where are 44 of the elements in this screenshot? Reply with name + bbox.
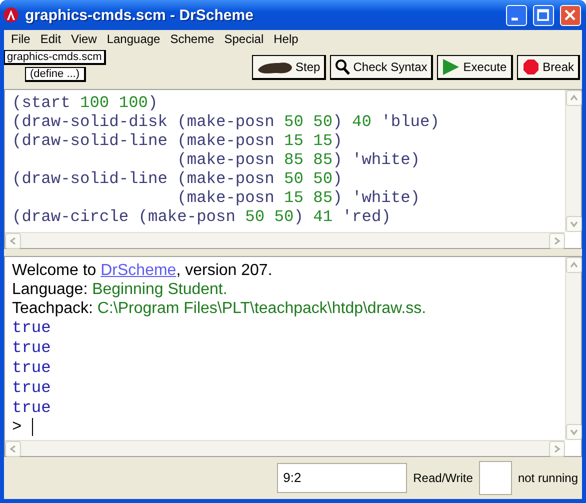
code-line: (draw-circle (make-posn 50 50) 41 'red)	[12, 208, 392, 228]
code-line: (make-posn 85 85) 'white)	[176, 151, 422, 170]
output-line: Language: Beginning Student.	[12, 280, 228, 300]
minimize-button[interactable]	[506, 4, 527, 26]
menu-item[interactable]: Special	[219, 32, 269, 46]
menu-item[interactable]: View	[66, 32, 102, 46]
output-line: true	[12, 318, 52, 338]
prompt-symbol: >	[12, 418, 22, 436]
output-line: Teachpack: C:\Program Files\PLT\teachpack\htdp\draw.ss.	[12, 299, 428, 318]
toolbar-button[interactable]: Execute	[437, 54, 513, 80]
text-cursor	[32, 418, 33, 436]
toolbar-button[interactable]: Step	[252, 54, 326, 80]
menu-item[interactable]: Scheme	[165, 32, 220, 46]
play-icon	[442, 58, 460, 76]
stop-icon	[522, 58, 540, 76]
code-line: (draw-solid-disk (make-posn 50 50) 40 'blue)	[12, 113, 440, 132]
running-status: not running	[518, 471, 578, 486]
code-line: (draw-solid-line (make-posn 15 15)	[12, 132, 344, 152]
define-menu-button[interactable]: (define ...)	[25, 66, 86, 82]
window-title: graphics-cmds.scm - DrScheme	[25, 6, 254, 24]
toolbar-button[interactable]: Break	[516, 54, 580, 80]
mode-label: Read/Write	[413, 471, 473, 486]
toolbar-button[interactable]: Check Syntax	[330, 54, 434, 80]
menu-item[interactable]: Language	[102, 32, 166, 46]
close-button[interactable]	[560, 4, 581, 26]
maximize-button[interactable]	[533, 4, 554, 26]
output-line: true	[12, 358, 52, 378]
position-field: 9:2	[277, 463, 408, 494]
output-line: true	[12, 378, 52, 398]
lock-indicator	[478, 461, 512, 496]
code-line: (draw-solid-line (make-posn 50 50)	[12, 170, 344, 190]
output-line: true	[12, 338, 52, 358]
interactions-panel[interactable]: Welcome to DrScheme, version 207. Language: Beginning Student. Teachpack: C:\Program Files\PLT\teachpack\htdp\draw.ss. true true true true true >	[4, 256, 582, 458]
search-icon	[335, 58, 350, 75]
menu-item[interactable]: Edit	[35, 32, 66, 46]
menu-item[interactable]: File	[6, 32, 36, 46]
code-line: (start 100 100)	[12, 94, 159, 114]
file-name-button[interactable]: graphics-cmds.scm	[4, 50, 106, 65]
menu-item[interactable]: Help	[268, 32, 304, 46]
definitions-editor[interactable]	[4, 89, 582, 250]
output-line: true	[12, 398, 52, 418]
app-logo-icon	[3, 7, 19, 23]
output-line: Welcome to DrScheme, version 207.	[12, 261, 274, 280]
code-line: (make-posn 15 85) 'white)	[176, 189, 422, 208]
